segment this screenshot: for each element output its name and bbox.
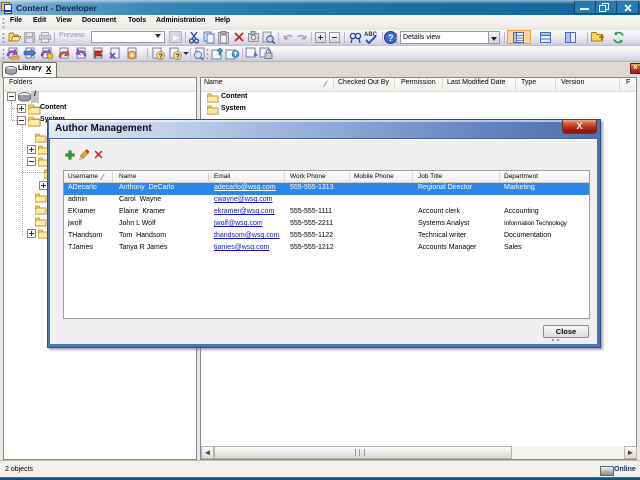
svg-text:?: ? (159, 53, 163, 60)
svg-text:?: ? (388, 33, 394, 43)
svg-text:?: ? (176, 53, 180, 60)
